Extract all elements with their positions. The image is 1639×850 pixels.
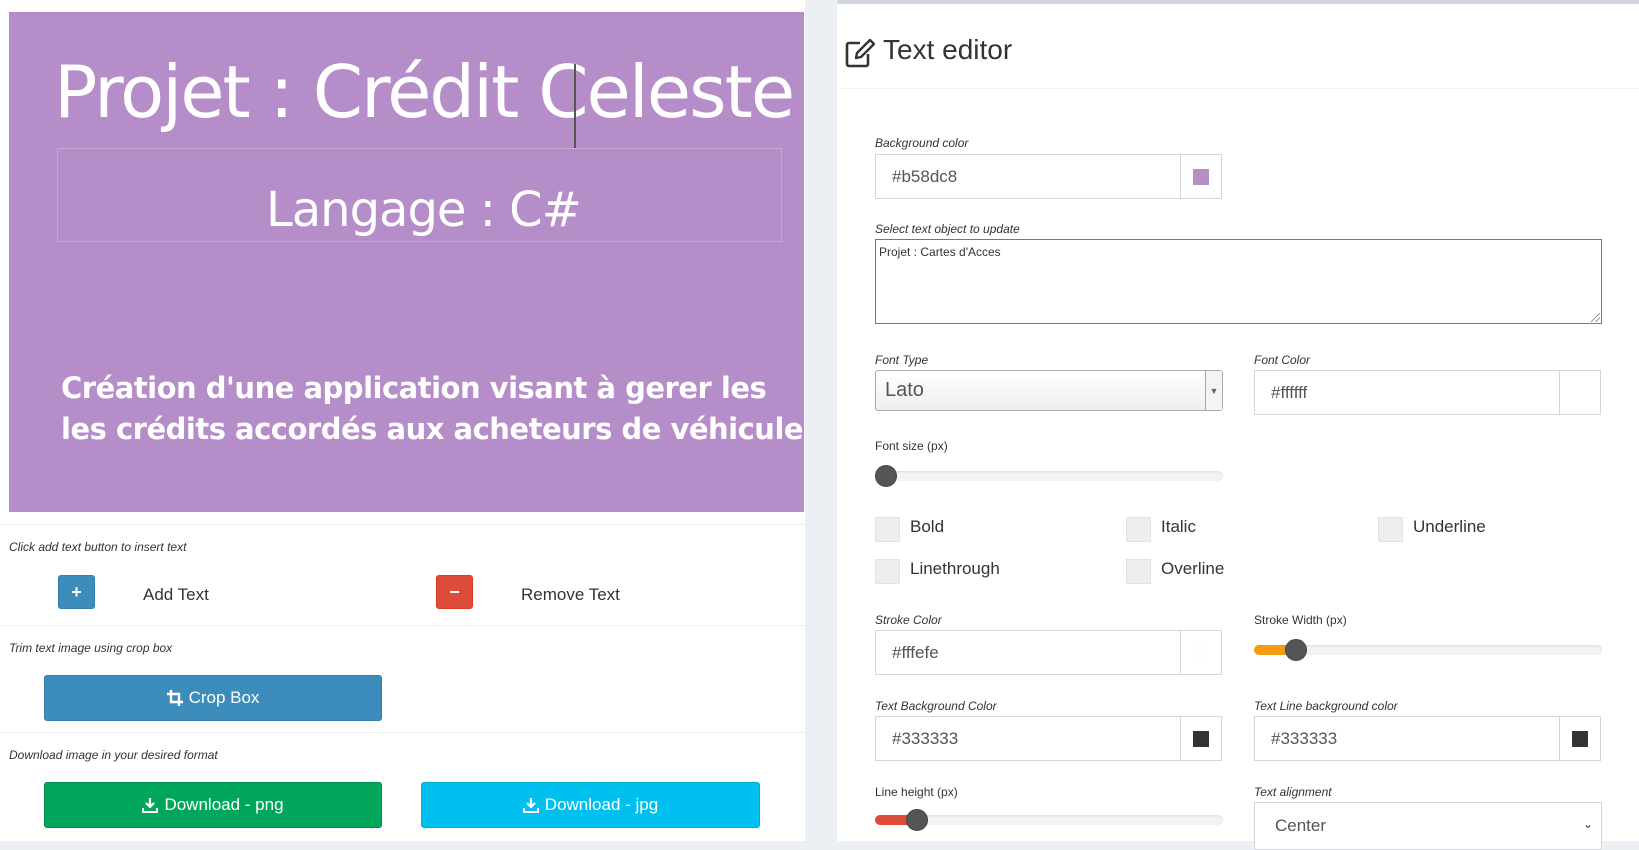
stroke-color-swatch[interactable] xyxy=(1180,630,1222,675)
background-color-label: Background color xyxy=(875,136,969,150)
font-swatch-chip xyxy=(1572,384,1588,401)
divider xyxy=(0,524,805,525)
plus-icon: + xyxy=(71,581,82,602)
download-png-button[interactable]: Download - png xyxy=(44,782,382,828)
canvas-description-text[interactable]: Création d'une application visant à gere… xyxy=(61,368,804,450)
bold-checkbox[interactable] xyxy=(875,517,900,542)
font-size-handle[interactable] xyxy=(875,465,897,487)
underline-checkbox[interactable] xyxy=(1378,517,1403,542)
select-object-textarea[interactable]: Projet : Cartes d'Acces xyxy=(875,239,1602,324)
font-type-label: Font Type xyxy=(875,353,929,367)
crop-box-button[interactable]: Crop Box xyxy=(44,675,382,721)
background-color-input[interactable]: #b58dc8 xyxy=(875,154,1181,199)
text-bg-color-label: Text Background Color xyxy=(875,699,997,713)
text-canvas[interactable]: Projet : Crédit Celeste Langage : C# Cré… xyxy=(9,12,804,512)
divider xyxy=(0,625,805,626)
background-swatch-chip xyxy=(1193,168,1209,185)
add-text-hint: Click add text button to insert text xyxy=(9,540,187,554)
description-line-2: les crédits accordés aux acheteurs de vé… xyxy=(61,412,804,446)
stroke-color-label: Stroke Color xyxy=(875,613,942,627)
line-height-handle[interactable] xyxy=(906,809,928,831)
linethrough-label: Linethrough xyxy=(910,559,1000,578)
crop-icon xyxy=(166,690,183,706)
text-editor-panel: Text editor Background color #b58dc8 Sel… xyxy=(837,0,1639,850)
text-bg-swatch-chip xyxy=(1193,730,1209,747)
description-line-1: Création d'une application visant à gere… xyxy=(61,371,767,405)
download-png-label: Download - png xyxy=(164,795,284,814)
download-jpg-button[interactable]: Download - jpg xyxy=(421,782,760,828)
editor-title: Text editor xyxy=(883,34,1013,65)
remove-text-button[interactable]: − xyxy=(436,575,473,609)
bold-label: Bold xyxy=(910,517,945,536)
text-line-bg-label: Text Line background color xyxy=(1254,699,1398,713)
add-text-label: Add Text xyxy=(143,585,209,604)
text-alignment-value: Center xyxy=(1275,816,1327,835)
select-object-label: Select text object to update xyxy=(875,222,1020,236)
dropdown-arrow-icon: ▼ xyxy=(1205,371,1222,410)
overline-label: Overline xyxy=(1161,559,1225,578)
download-icon xyxy=(522,798,539,813)
add-text-button[interactable]: + xyxy=(58,575,95,609)
text-line-bg-swatch[interactable] xyxy=(1559,716,1601,761)
font-type-select[interactable]: Lato ▼ xyxy=(875,370,1223,411)
font-type-value: Lato xyxy=(885,379,924,401)
text-bg-color-input[interactable]: #333333 xyxy=(875,716,1181,761)
remove-text-label: Remove Text xyxy=(521,585,620,604)
text-alignment-select[interactable]: Center ⌄ xyxy=(1254,802,1602,850)
select-object-value: Projet : Cartes d'Acces xyxy=(879,245,1001,259)
canvas-subtitle-text[interactable]: Langage : C# xyxy=(266,182,582,238)
stroke-swatch-chip xyxy=(1193,644,1209,661)
background-color-swatch[interactable] xyxy=(1180,154,1222,199)
chevron-down-icon: ⌄ xyxy=(1582,817,1593,831)
stroke-width-handle[interactable] xyxy=(1285,639,1307,661)
linethrough-checkbox[interactable] xyxy=(875,559,900,584)
divider xyxy=(0,732,805,733)
minus-icon: − xyxy=(449,581,460,602)
font-color-swatch[interactable] xyxy=(1559,370,1601,415)
line-height-slider[interactable] xyxy=(875,809,1223,831)
font-color-label: Font Color xyxy=(1254,353,1311,367)
text-line-bg-input[interactable]: #333333 xyxy=(1254,716,1560,761)
text-cursor xyxy=(574,64,576,148)
text-line-bg-swatch-chip xyxy=(1572,730,1588,747)
resize-handle-icon[interactable] xyxy=(1591,313,1600,322)
stroke-color-input[interactable]: #fffefe xyxy=(875,630,1181,675)
editor-header: Text editor xyxy=(837,4,1639,89)
download-jpg-label: Download - jpg xyxy=(544,795,659,814)
line-height-label: Line height (px) xyxy=(875,785,958,799)
font-size-slider[interactable] xyxy=(875,465,1223,487)
underline-label: Underline xyxy=(1413,517,1486,536)
text-alignment-label: Text alignment xyxy=(1254,785,1332,799)
italic-label: Italic xyxy=(1161,517,1196,536)
stroke-width-slider[interactable] xyxy=(1254,639,1602,661)
crop-hint: Trim text image using crop box xyxy=(9,641,173,655)
font-size-label: Font size (px) xyxy=(875,439,948,453)
text-bg-color-swatch[interactable] xyxy=(1180,716,1222,761)
font-color-input[interactable]: #ffffff xyxy=(1254,370,1560,415)
download-hint: Download image in your desired format xyxy=(9,748,218,762)
edit-icon xyxy=(845,38,875,68)
download-icon xyxy=(142,798,159,813)
left-panel: Projet : Crédit Celeste Langage : C# Cré… xyxy=(0,0,805,841)
italic-checkbox[interactable] xyxy=(1126,517,1151,542)
canvas-title-text[interactable]: Projet : Crédit Celeste xyxy=(54,50,795,134)
stroke-width-label: Stroke Width (px) xyxy=(1254,613,1347,627)
overline-checkbox[interactable] xyxy=(1126,559,1151,584)
crop-box-label: Crop Box xyxy=(188,688,260,707)
